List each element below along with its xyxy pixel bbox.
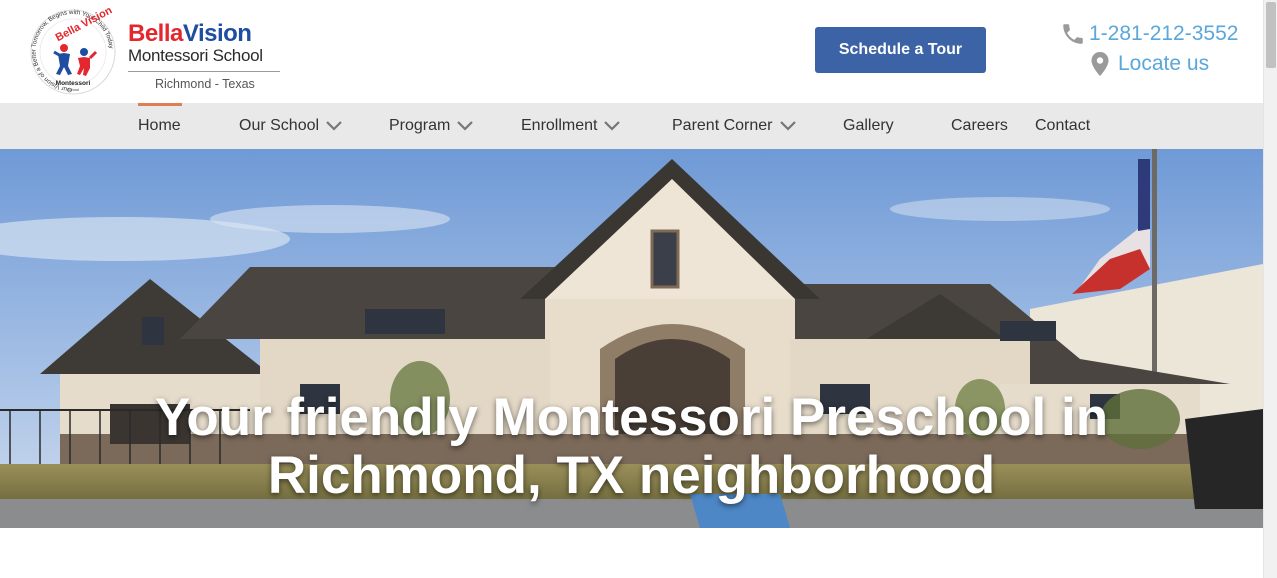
brand-name: BellaVision	[128, 22, 280, 46]
nav-item-parent-corner[interactable]: Parent Corner	[672, 103, 797, 149]
contact-block: 1-281-212-3552 Locate us	[1060, 20, 1260, 79]
nav-item-program[interactable]: Program	[389, 103, 474, 149]
page: Our Vision of a Better Tomorrow, Begins …	[0, 0, 1277, 578]
site-header: Our Vision of a Better Tomorrow, Begins …	[0, 0, 1263, 103]
brand-name-vision: Vision	[182, 20, 252, 47]
nav-item-contact[interactable]: Contact	[1035, 103, 1090, 149]
hero-banner: Your friendly Montessori Preschool in Ri…	[0, 149, 1263, 528]
nav-item-home[interactable]: Home	[138, 103, 182, 149]
chevron-down-icon	[457, 121, 474, 131]
nav-item-careers[interactable]: Careers	[951, 103, 1008, 149]
brand-location: Richmond - Texas	[155, 77, 255, 91]
nav-item-label: Contact	[1035, 117, 1091, 134]
nav-item-enrollment[interactable]: Enrollment	[521, 103, 621, 149]
nav-item-label: Enrollment	[521, 117, 598, 134]
nav-item-our-school[interactable]: Our School	[239, 103, 343, 149]
locate-us-link[interactable]: Locate us	[1090, 49, 1260, 79]
hero-headline-line1: Your friendly Montessori Preschool in	[154, 388, 1109, 447]
brand-name-bella: Bella	[128, 20, 183, 47]
logo-badge-icon: Our Vision of a Better Tomorrow, Begins …	[30, 8, 116, 95]
phone-number: 1-281-212-3552	[1089, 22, 1239, 45]
chevron-down-icon	[604, 121, 621, 131]
locate-us-label: Locate us	[1118, 52, 1210, 75]
nav-item-label: Parent Corner	[672, 117, 773, 134]
vertical-scrollbar[interactable]	[1263, 0, 1277, 578]
chevron-down-icon	[326, 121, 342, 131]
phone-icon	[1063, 24, 1083, 44]
brand-subtitle: Montessori School	[128, 46, 263, 65]
hero-headline: Your friendly Montessori Preschool in Ri…	[0, 389, 1263, 505]
logo-badge-bottom: Montessori	[56, 80, 91, 87]
phone-link[interactable]: 1-281-212-3552	[1060, 20, 1260, 48]
brand-divider	[128, 71, 280, 72]
hero-headline-line2: Richmond, TX neighborhood	[267, 446, 996, 505]
map-pin-icon	[1091, 52, 1109, 76]
school-logo[interactable]: Our Vision of a Better Tomorrow, Begins …	[28, 8, 288, 96]
scrollbar-thumb[interactable]	[1266, 2, 1276, 68]
brand-text: BellaVision Montessori School Richmond -…	[128, 22, 280, 91]
nav-item-gallery[interactable]: Gallery	[843, 103, 894, 149]
chevron-down-icon	[779, 121, 796, 131]
logo-badge-small: School	[67, 87, 79, 92]
nav-item-label: Careers	[951, 117, 1008, 134]
nav-item-label: Our School	[239, 117, 320, 134]
nav-item-label: Gallery	[843, 117, 894, 134]
main-nav: Home Our School Program Enrollment Paren…	[0, 103, 1263, 149]
nav-item-label: Program	[389, 117, 451, 134]
nav-item-label: Home	[138, 117, 181, 134]
schedule-tour-button[interactable]: Schedule a Tour	[815, 27, 986, 73]
